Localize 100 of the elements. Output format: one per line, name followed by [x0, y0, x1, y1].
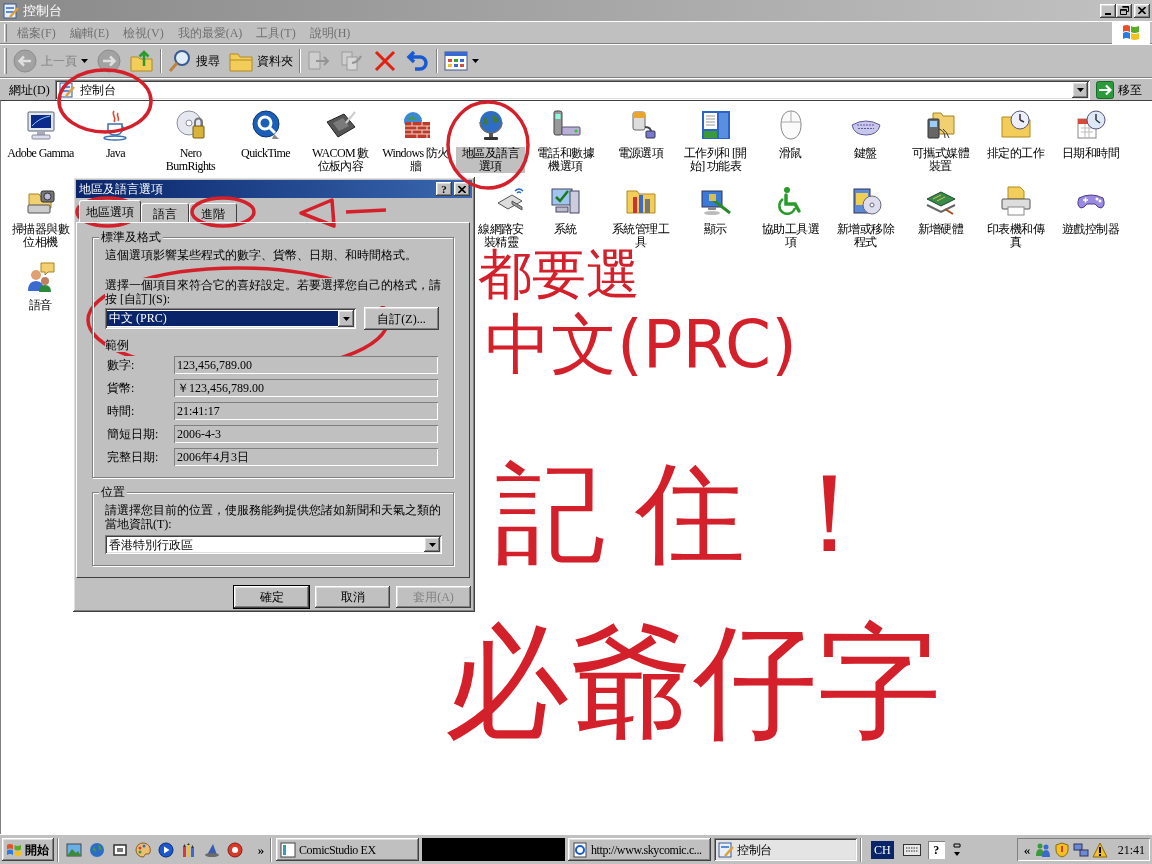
computer-check-icon — [549, 185, 582, 217]
control-panel-item[interactable]: 滑鼠 — [756, 109, 825, 185]
caret-icon — [81, 59, 88, 63]
clock: 21:41 — [1117, 841, 1145, 859]
samples-label: 範例 — [105, 338, 131, 352]
control-panel-item[interactable]: 協助工具選項 — [756, 185, 825, 261]
control-panel-item[interactable]: 新增硬體 — [906, 185, 975, 261]
quick-launch-button[interactable] — [112, 841, 128, 858]
close-button[interactable] — [1134, 3, 1150, 18]
folders-button[interactable]: 資料夾 — [226, 47, 296, 75]
minimize-button[interactable] — [1100, 3, 1116, 18]
control-panel-item[interactable]: 電源選項 — [606, 109, 675, 185]
task-button[interactable]: 控制台 — [714, 838, 857, 861]
address-label: 網址(D) — [9, 81, 51, 99]
control-panel-item[interactable]: 日期和時間 — [1056, 109, 1125, 185]
quick-launch-button[interactable] — [227, 841, 243, 858]
location-select[interactable]: 香港特別行政區 — [105, 535, 442, 554]
sample-value-field: 2006-4-3 — [174, 425, 438, 443]
calendar-clock-icon — [1074, 109, 1107, 141]
close-icon — [458, 185, 466, 193]
minimize-icon — [1105, 12, 1111, 15]
go-button[interactable]: 移至 — [1094, 79, 1150, 100]
quick-launch-button[interactable] — [158, 841, 174, 858]
close-button[interactable] — [454, 182, 470, 196]
help-button[interactable]: ? — [436, 182, 452, 196]
window-title: 控制台 — [23, 4, 62, 17]
control-panel-item[interactable]: 掃描器與數位相機 — [6, 185, 75, 261]
control-panel-icon — [718, 841, 734, 858]
palette-icon — [135, 841, 151, 858]
disc-lock-icon — [174, 109, 207, 141]
overflow-button[interactable]: » — [255, 843, 267, 856]
options-caret-icon — [952, 842, 961, 857]
up-folder-icon — [130, 49, 154, 73]
task-button[interactable]: ComicStudio EX — [276, 838, 419, 861]
dialog-button[interactable]: 確定 — [234, 586, 309, 608]
help-button[interactable]: ? — [927, 840, 945, 859]
group-title: 位置 — [99, 485, 127, 499]
format-select[interactable]: 中文 (PRC) — [105, 308, 356, 329]
control-panel-icon — [3, 2, 19, 19]
task-button[interactable]: http://www.skycomic.c... — [568, 838, 711, 861]
caret-icon — [1076, 87, 1084, 92]
description-text: 請選擇您目前的位置，使服務能夠提供您諸如新聞和天氣之類的當地資訊(T): — [105, 503, 442, 531]
control-panel-item[interactable]: 可攜式媒體裝置 — [906, 109, 975, 185]
taskbar-window-icon — [699, 109, 732, 141]
play-circle-icon — [158, 841, 174, 858]
dialog-button[interactable]: 取消 — [315, 586, 390, 608]
tab[interactable]: 語言 — [141, 203, 189, 222]
media-player-folder-icon — [924, 109, 957, 141]
browser-page-icon — [572, 841, 588, 858]
sample-value-field: 123,456,789.00 — [174, 356, 438, 374]
dropdown-button[interactable] — [338, 310, 354, 327]
control-panel-item[interactable]: 鍵盤 — [831, 109, 900, 185]
sample-value-field: ￥123,456,789.00 — [174, 379, 438, 397]
tab[interactable]: 地區選項 — [79, 200, 141, 223]
control-panel-item[interactable]: 新增或移除程式 — [831, 185, 900, 261]
restore-icon — [1119, 6, 1129, 15]
tray-expand-button[interactable]: « — [1022, 843, 1032, 856]
copy-to-icon — [340, 49, 364, 73]
quick-launch-button[interactable] — [181, 841, 197, 858]
crayons-icon — [181, 841, 197, 858]
monitor-icon — [24, 109, 57, 141]
people-icon — [1035, 841, 1051, 858]
q-circle-icon — [249, 109, 282, 141]
control-panel-item[interactable]: Adobe Gamma — [6, 109, 75, 185]
windows-flag-icon — [6, 841, 22, 858]
landscape-icon — [66, 841, 82, 858]
keyboard-icon — [902, 843, 921, 856]
ink-circle — [190, 196, 256, 228]
control-panel-item[interactable]: 顯示 — [681, 185, 750, 261]
folder-clock-icon — [999, 109, 1032, 141]
caret-icon — [428, 542, 436, 547]
handwritten-note: 中文(PRC) — [485, 312, 797, 378]
views-grid-icon — [444, 49, 468, 73]
close-icon — [1138, 7, 1146, 14]
globe-icon — [89, 841, 105, 858]
shield-icon — [1054, 841, 1070, 858]
address-field[interactable]: 控制台 — [55, 79, 1090, 100]
sample-label: 數字: — [105, 356, 174, 374]
app-window-icon — [280, 841, 296, 858]
start-button[interactable]: 開始 — [2, 838, 54, 861]
control-panel-item[interactable]: 電話和數據機選項 — [531, 109, 600, 185]
network-monitors-icon — [1073, 841, 1089, 858]
control-panel-item[interactable]: 工作列和 [開始] 功能表 — [681, 109, 750, 185]
control-panel-item[interactable]: 遊戲控制器 — [1056, 185, 1125, 261]
sample-value-field: 2006年4月3日 — [174, 448, 438, 466]
caret-icon — [342, 316, 350, 321]
restore-button[interactable] — [1116, 3, 1132, 18]
sample-value-field: 21:41:17 — [174, 402, 438, 420]
control-panel-item[interactable]: 印表機和傳真 — [981, 185, 1050, 261]
control-panel-item[interactable]: 排定的工作 — [981, 109, 1050, 185]
language-indicator[interactable]: CH — [871, 840, 894, 859]
search-button[interactable]: 搜尋 — [165, 47, 223, 75]
customize-button[interactable]: 自訂(Z)... — [364, 307, 439, 330]
dropdown-button[interactable] — [424, 537, 440, 552]
handwritten-note: 必爺仔字 — [445, 620, 941, 744]
dialog-title: 地區及語言選項 — [79, 183, 163, 195]
dropdown-button[interactable] — [1072, 81, 1088, 98]
move-to-icon — [307, 49, 331, 73]
group-title: 標準及格式 — [99, 230, 163, 244]
printer-icon — [999, 185, 1032, 217]
